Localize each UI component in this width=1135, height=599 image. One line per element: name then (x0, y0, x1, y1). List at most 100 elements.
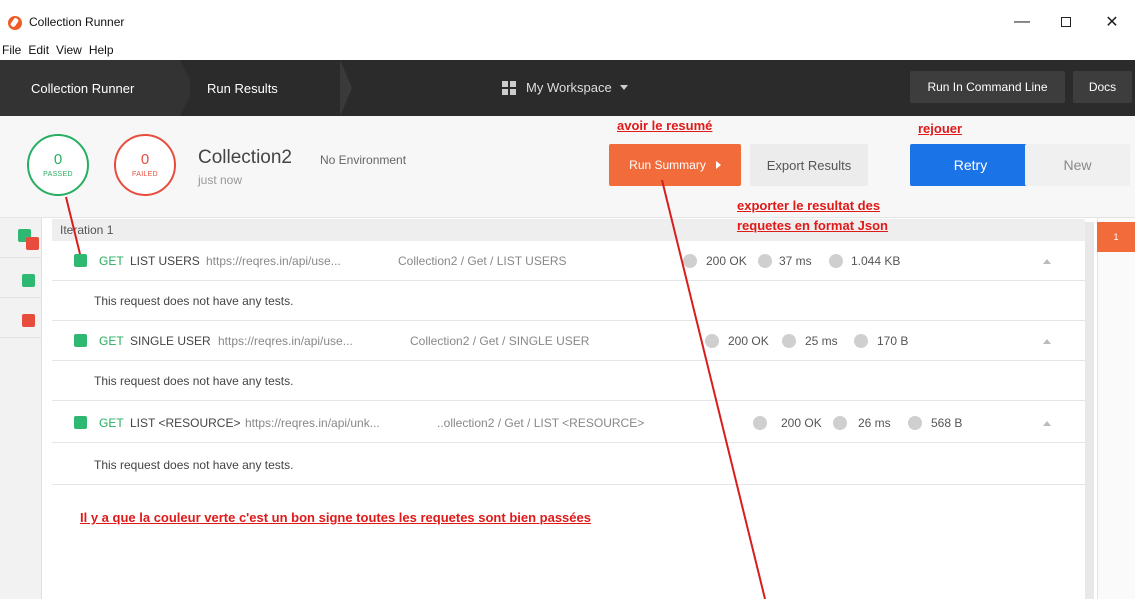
red-square-icon (22, 314, 35, 327)
iteration-count-badge[interactable]: 1 (1097, 222, 1135, 252)
workspace-grid-icon (502, 80, 516, 95)
chevron-right-icon (715, 161, 721, 169)
tab-run-results-label: Run Results (207, 80, 278, 96)
results-scrollbar[interactable] (1085, 222, 1094, 599)
response-status: 200 OK (728, 334, 769, 348)
run-summary-button[interactable]: Run Summary (609, 144, 741, 186)
top-nav: Collection Runner Run Results My Workspa… (0, 60, 1135, 116)
menu-file[interactable]: File (2, 43, 21, 57)
response-time: 25 ms (805, 334, 838, 348)
retry-button[interactable]: Retry (910, 144, 1031, 186)
request-name: SINGLE USER (130, 334, 211, 348)
request-method: GET (99, 254, 124, 268)
menu-edit[interactable]: Edit (28, 43, 49, 57)
minimize-button[interactable]: — (1007, 10, 1037, 34)
docs-button[interactable]: Docs (1073, 71, 1132, 103)
request-method: GET (99, 416, 124, 430)
green-square-icon (22, 274, 35, 287)
run-time: just now (198, 173, 243, 187)
response-status: 200 OK (706, 254, 747, 268)
request-row[interactable]: GET SINGLE USER https://reqres.in/api/us… (52, 321, 1085, 361)
collapse-icon[interactable] (1043, 259, 1051, 264)
response-size: 568 B (931, 416, 963, 430)
new-button[interactable]: New (1025, 144, 1130, 186)
request-url: https://reqres.in/api/use... (218, 334, 353, 348)
sidebar-item-passed[interactable] (0, 258, 42, 298)
title-bar: Collection Runner — ✕ (0, 0, 1135, 40)
environment-name: No Environment (320, 153, 407, 167)
annotation-export-line1: exporter le resultat des (737, 198, 881, 213)
request-path: Collection2 / Get / SINGLE USER (410, 334, 590, 348)
response-status: 200 OK (781, 416, 822, 430)
status-dot-icon (705, 334, 719, 348)
request-path: Collection2 / Get / LIST USERS (398, 254, 567, 268)
collection-name: Collection2 (198, 147, 292, 168)
time-dot-icon (782, 334, 796, 348)
close-button[interactable]: ✕ (1097, 10, 1127, 34)
request-row[interactable]: GET LIST <RESOURCE> https://reqres.in/ap… (52, 403, 1085, 443)
collapse-icon[interactable] (1043, 421, 1051, 426)
size-dot-icon (854, 334, 868, 348)
tab-collection-runner-label: Collection Runner (31, 80, 135, 96)
response-time: 37 ms (779, 254, 812, 268)
menu-bar: File Edit View Help (0, 40, 1135, 60)
tab-collection-runner[interactable]: Collection Runner (0, 60, 194, 116)
passed-counter: 0 PASSED (27, 134, 89, 196)
annotation-export-line2: requetes en format Json (737, 218, 888, 233)
test-result-row: This request does not have any tests. (52, 445, 1085, 485)
annotation-green-note: Il y a que la couleur verte c'est un bon… (80, 510, 591, 525)
maximize-button[interactable] (1051, 10, 1081, 34)
status-square-icon (74, 416, 87, 429)
test-result-row: This request does not have any tests. (52, 281, 1085, 321)
test-message: This request does not have any tests. (94, 374, 294, 388)
sidebar-item-all[interactable] (0, 218, 42, 258)
test-result-row: This request does not have any tests. (52, 361, 1085, 401)
menu-help[interactable]: Help (89, 43, 114, 57)
response-size: 170 B (877, 334, 909, 348)
sidebar-item-failed[interactable] (0, 298, 42, 338)
status-square-icon (74, 254, 87, 267)
request-row[interactable]: GET LIST USERS https://reqres.in/api/use… (52, 241, 1085, 281)
window-title: Collection Runner (29, 15, 125, 29)
run-summary-header: 0 PASSED 0 FAILED Collection2 No Environ… (0, 116, 1135, 218)
iteration-sidebar (0, 218, 42, 599)
request-name: LIST <RESOURCE> (130, 416, 241, 430)
size-dot-icon (829, 254, 843, 268)
request-path: ..ollection2 / Get / LIST <RESOURCE> (437, 416, 645, 430)
collapse-icon[interactable] (1043, 339, 1051, 344)
run-in-command-line-button[interactable]: Run In Command Line (910, 71, 1065, 103)
iteration-header[interactable]: Iteration 1 (52, 219, 1085, 241)
chevron-down-icon (619, 85, 628, 90)
passed-label: PASSED (43, 171, 73, 178)
size-dot-icon (908, 416, 922, 430)
request-name: LIST USERS (130, 254, 200, 268)
workspace-label: My Workspace (526, 80, 612, 95)
request-url: https://reqres.in/api/unk... (245, 416, 380, 430)
run-summary-label: Run Summary (629, 158, 706, 172)
status-dot-icon (683, 254, 697, 268)
passed-count: 0 (53, 151, 63, 168)
workspace-selector[interactable]: My Workspace (502, 80, 628, 95)
tab-run-results[interactable]: Run Results (190, 60, 352, 116)
response-time: 26 ms (858, 416, 891, 430)
right-panel (1097, 218, 1135, 599)
annotation-rejouer: rejouer (918, 121, 963, 136)
status-square-icon (74, 334, 87, 347)
test-message: This request does not have any tests. (94, 458, 294, 472)
red-square-icon (26, 237, 39, 250)
request-method: GET (99, 334, 124, 348)
annotation-export: exporter le resultat des requetes en for… (737, 196, 888, 236)
failed-counter: 0 FAILED (114, 134, 176, 196)
annotation-resume: avoir le resumé (617, 118, 713, 133)
status-dot-icon (753, 416, 767, 430)
failed-count: 0 (140, 151, 150, 168)
test-message: This request does not have any tests. (94, 294, 294, 308)
time-dot-icon (833, 416, 847, 430)
maximize-icon (1061, 17, 1071, 27)
menu-view[interactable]: View (56, 43, 82, 57)
response-size: 1.044 KB (851, 254, 901, 268)
request-url: https://reqres.in/api/use... (206, 254, 341, 268)
postman-logo-icon (8, 16, 22, 30)
failed-label: FAILED (132, 171, 158, 178)
export-results-button[interactable]: Export Results (750, 144, 868, 186)
